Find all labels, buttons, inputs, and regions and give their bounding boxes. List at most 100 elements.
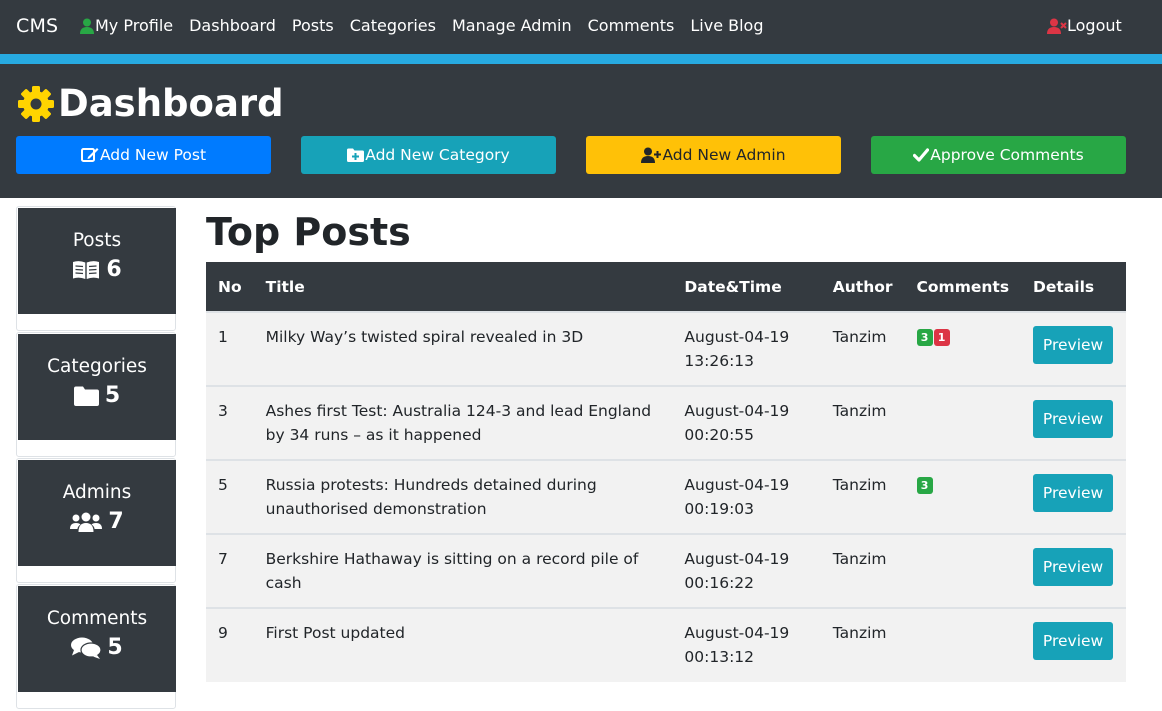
cell-comments: 31 (905, 312, 1022, 386)
preview-button[interactable]: Preview (1033, 400, 1114, 438)
cell-details: Preview (1021, 534, 1126, 608)
approve-comments-label: Approve Comments (930, 146, 1084, 164)
cell-time: 13:26:13 (684, 352, 755, 370)
page-title-text: Dashboard (58, 82, 284, 125)
nav-link-live-blog[interactable]: Live Blog (690, 16, 763, 35)
check-icon (913, 148, 930, 162)
brand-logo[interactable]: CMS (16, 15, 58, 37)
add-new-admin-label: Add New Admin (662, 146, 786, 164)
table-row: 9 First Post updated August-04-19 00:13:1… (206, 608, 1126, 682)
logout-label: Logout (1067, 16, 1122, 35)
approve-comments-button[interactable]: Approve Comments (871, 136, 1126, 174)
table-header-row: No Title Date&Time Author Comments Detai… (206, 262, 1126, 312)
nav-link-dashboard[interactable]: Dashboard (189, 16, 276, 35)
stat-value: 6 (106, 257, 122, 282)
cell-datetime: August-04-19 00:19:03 (672, 460, 820, 534)
top-navbar: CMS My Profile Dashboard Posts Categorie… (0, 0, 1162, 54)
cell-no: 1 (218, 328, 228, 346)
user-icon (80, 18, 94, 34)
table-row: 7 Berkshire Hathaway is sitting on a rec… (206, 534, 1126, 608)
cell-datetime: August-04-19 00:16:22 (672, 534, 820, 608)
user-times-icon (1047, 18, 1067, 34)
add-new-category-button[interactable]: Add New Category (301, 136, 556, 174)
cell-comments: 3 (905, 460, 1022, 534)
comments-icon (71, 637, 102, 659)
cell-time: 00:20:55 (684, 426, 755, 444)
accent-bar (0, 54, 1162, 64)
cell-no: 7 (218, 550, 228, 568)
logout-link[interactable]: Logout (1047, 16, 1122, 35)
column-header-title: Title (265, 277, 305, 296)
stat-card-body: Comments 5 (18, 586, 176, 692)
folder-icon (73, 386, 99, 406)
stat-card-body: Posts 6 (18, 208, 176, 314)
preview-button[interactable]: Preview (1033, 622, 1114, 660)
stat-value: 5 (107, 635, 123, 660)
column-header-datetime: Date&Time (684, 277, 782, 296)
approved-comments-badge: 3 (916, 477, 933, 494)
nav-link-my-profile[interactable]: My Profile (80, 16, 173, 35)
cell-time: 00:16:22 (684, 574, 755, 592)
cell-details: Preview (1021, 608, 1126, 682)
cell-time: 00:13:12 (684, 648, 755, 666)
column-header-author: Author (832, 277, 893, 296)
stat-card-body: Admins 7 (18, 460, 176, 566)
cell-comments (905, 386, 1022, 460)
stat-label: Posts (72, 230, 122, 251)
pending-comments-badge: 1 (933, 329, 950, 346)
top-posts-table: No Title Date&Time Author Comments Detai… (206, 262, 1126, 682)
cell-title: Russia protests: Hundreds detained durin… (265, 476, 597, 518)
nav-link-comments[interactable]: Comments (588, 16, 675, 35)
cell-author: Tanzim (832, 550, 887, 568)
cell-date: August-04-19 (684, 402, 790, 420)
column-header-no: No (218, 277, 242, 296)
cell-datetime: August-04-19 00:13:12 (672, 608, 820, 682)
cell-no: 5 (218, 476, 228, 494)
add-new-admin-button[interactable]: Add New Admin (586, 136, 841, 174)
users-icon (70, 512, 103, 532)
nav-link-categories[interactable]: Categories (350, 16, 436, 35)
cell-date: August-04-19 (684, 624, 790, 642)
table-row: 1 Milky Way’s twisted spiral revealed in… (206, 312, 1126, 386)
column-header-comments: Comments (916, 277, 1010, 296)
cell-date: August-04-19 (684, 550, 790, 568)
cell-author: Tanzim (832, 402, 887, 420)
nav-links: My Profile Dashboard Posts Categories Ma… (80, 16, 779, 35)
column-header-details: Details (1033, 277, 1095, 296)
gear-icon (18, 85, 54, 122)
preview-button[interactable]: Preview (1033, 548, 1114, 586)
approved-comments-badge: 3 (916, 329, 933, 346)
stat-card-body: Categories 5 (18, 334, 176, 440)
cell-author: Tanzim (832, 476, 887, 494)
page-header: Dashboard Add New Post Add New Category … (0, 64, 1162, 198)
stat-card-categories: Categories 5 (16, 332, 176, 457)
stat-value: 7 (108, 509, 124, 534)
add-new-post-button[interactable]: Add New Post (16, 136, 271, 174)
nav-link-manage-admin[interactable]: Manage Admin (452, 16, 572, 35)
cell-title: Berkshire Hathaway is sitting on a recor… (265, 550, 639, 592)
stat-label: Admins (62, 482, 132, 503)
user-plus-icon (641, 147, 662, 163)
stat-label: Categories (47, 356, 147, 377)
cell-author: Tanzim (832, 328, 887, 346)
stat-card-admins: Admins 7 (16, 458, 176, 583)
stat-card-comments: Comments 5 (16, 584, 176, 709)
cell-details: Preview (1021, 460, 1126, 534)
cell-title: Ashes first Test: Australia 124-3 and le… (265, 402, 652, 444)
cell-comments (905, 534, 1022, 608)
cell-comments (905, 608, 1022, 682)
preview-button[interactable]: Preview (1033, 326, 1114, 364)
preview-button[interactable]: Preview (1033, 474, 1114, 512)
book-icon (73, 260, 100, 279)
cell-details: Preview (1021, 312, 1126, 386)
cell-author: Tanzim (832, 624, 887, 642)
cell-details: Preview (1021, 386, 1126, 460)
top-posts-title: Top Posts (206, 210, 411, 254)
page-title: Dashboard (16, 82, 284, 125)
add-new-category-label: Add New Category (365, 146, 510, 164)
stat-label: Comments (46, 608, 148, 629)
nav-link-posts[interactable]: Posts (292, 16, 334, 35)
table-row: 5 Russia protests: Hundreds detained dur… (206, 460, 1126, 534)
nav-link-label: My Profile (95, 16, 174, 35)
cell-time: 00:19:03 (684, 500, 755, 518)
